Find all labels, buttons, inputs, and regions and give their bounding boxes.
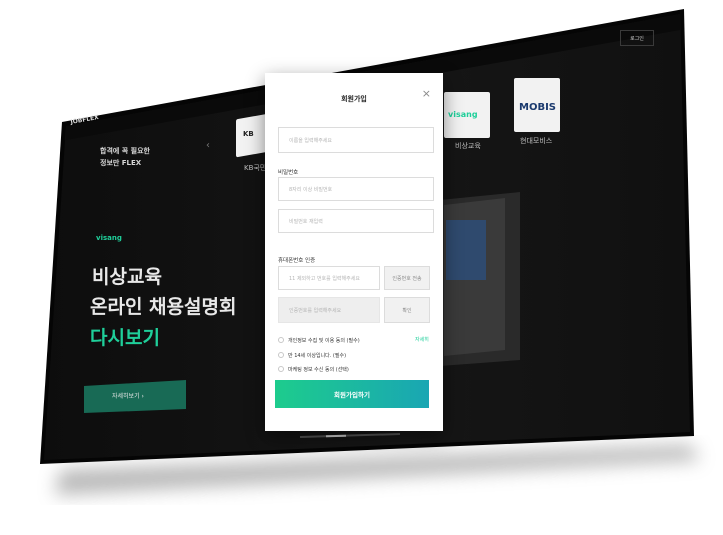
- agree-privacy-label: 개인정보 수집 및 이용 동의 (필수): [288, 338, 360, 344]
- agree-age-label: 만 14세 이상입니다. (필수): [288, 353, 347, 359]
- name-input[interactable]: 이름을 입력해주세요: [278, 127, 434, 153]
- card-kb-logo[interactable]: KB: [243, 130, 254, 138]
- card-mobis-logo[interactable]: MOBIS: [519, 102, 556, 113]
- card-mobis-caption: 현대모비스: [520, 137, 553, 145]
- video-blue: [446, 220, 486, 280]
- password-confirm-input[interactable]: 비밀번호 재입력: [278, 209, 434, 233]
- tagline-line1: 합격에 꼭 필요한: [100, 147, 150, 155]
- privacy-detail-link[interactable]: 자세히: [415, 336, 429, 343]
- login-button[interactable]: 로그인: [620, 30, 654, 46]
- more-button[interactable]: 자세히보기 ›: [112, 391, 144, 400]
- headline-line2: 온라인 채용설명회: [90, 296, 237, 318]
- agree-marketing-checkbox[interactable]: [278, 366, 284, 372]
- password-label: 비밀번호: [278, 170, 299, 176]
- brand-small: visang: [96, 234, 122, 242]
- send-code-button[interactable]: 인증번호 전송: [384, 266, 430, 290]
- agree-age-checkbox[interactable]: [278, 352, 284, 358]
- agree-privacy-checkbox[interactable]: [278, 337, 284, 343]
- headline-line3: 다시보기: [90, 327, 160, 349]
- modal-title: 회원가입: [341, 95, 367, 103]
- password-input[interactable]: 8자리 이상 비밀번호: [278, 177, 434, 201]
- confirm-button[interactable]: 확인: [384, 297, 430, 323]
- card-visang-logo[interactable]: visang: [448, 110, 478, 119]
- phone-input[interactable]: 11 제외하고 번호를 입력해주세요: [278, 266, 380, 290]
- tagline-line2: 정보만 FLEX: [100, 159, 142, 167]
- signup-modal: 회원가입 × 이름 이름을 입력해주세요 비밀번호 8자리 이상 비밀번호 비밀…: [265, 73, 443, 431]
- close-icon[interactable]: ×: [422, 88, 431, 99]
- agree-marketing-label: 마케팅 정보 수신 동의 (선택): [288, 367, 349, 373]
- prev-arrow-icon[interactable]: ‹: [206, 140, 210, 151]
- code-input[interactable]: 인증번호를 입력해주세요: [278, 297, 380, 323]
- signup-submit-button[interactable]: 회원가입하기: [275, 380, 429, 408]
- card-visang-caption: 비상교육: [455, 142, 481, 150]
- headline-line1: 비상교육: [92, 266, 162, 288]
- phone-label: 휴대폰번호 인증: [278, 258, 316, 264]
